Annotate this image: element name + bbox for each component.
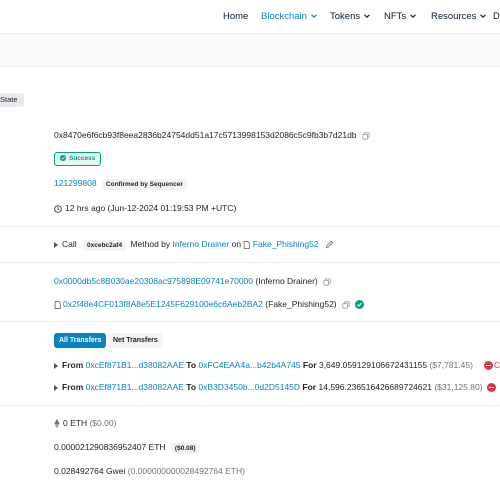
to-keyword: To xyxy=(186,382,197,392)
timestamp-row: 12 hrs ago (Jun-12-2024 01:19:53 PM +UTC… xyxy=(54,203,236,213)
contract-icon xyxy=(243,240,251,249)
fee-row: 0.000021290836952407 ETH ($0.08) xyxy=(54,442,200,454)
from-keyword: From xyxy=(62,382,84,392)
nav-developers[interactable]: D xyxy=(493,11,500,22)
from-label: (Inferno Drainer) xyxy=(255,276,318,286)
nav-tokens[interactable]: Tokens xyxy=(330,11,371,22)
transfer-row: From 0xcEf871B1...d38082AAE To 0xFC4EAA4… xyxy=(54,360,473,370)
copy-icon[interactable] xyxy=(361,132,370,140)
nav-blockchain[interactable]: Blockchain xyxy=(261,11,318,22)
chevron-down-icon xyxy=(310,12,318,20)
nav-home[interactable]: Home xyxy=(223,11,248,22)
from-keyword: From xyxy=(62,360,84,370)
copy-icon[interactable] xyxy=(342,301,350,309)
transfer-to-link[interactable]: 0xB3D3450b...0d2D5145D xyxy=(198,382,300,392)
confirmed-badge: Confirmed by Sequencer xyxy=(101,179,187,190)
value-row: 0 ETH ($0.00) xyxy=(54,418,117,429)
value-usd: ($0.00) xyxy=(89,418,117,428)
tab-all-transfers[interactable]: All Transfers xyxy=(54,333,107,348)
caret-right-icon[interactable] xyxy=(54,362,58,369)
status-text: Success xyxy=(69,155,96,162)
eth-icon xyxy=(54,419,60,429)
nav-tokens-label: Tokens xyxy=(330,11,361,22)
call-label: Call xyxy=(62,239,77,249)
method-id-badge: 0xcebc2af4 xyxy=(83,240,127,251)
block-number-link[interactable]: 121299808 xyxy=(54,178,97,188)
tx-hash: 0x8470e6f6cb93f8eea2836b24754dd51a17c571… xyxy=(54,130,357,140)
method-by-label: Method by xyxy=(130,239,171,249)
transfer-from-link[interactable]: 0xcEf871B1...d38082AAE xyxy=(86,360,184,370)
token-warning-icon xyxy=(487,383,496,392)
divider xyxy=(0,226,500,227)
to-keyword: To xyxy=(186,360,197,370)
verified-check-icon xyxy=(355,300,365,310)
nav-nfts[interactable]: NFTs xyxy=(384,11,417,22)
to-row: 0x2f48e4CF013f8A8e5E1245F629100e6c6Aeb2B… xyxy=(54,299,365,310)
transaction-action-row: Call 0xcebc2af4 Method by Inferno Draine… xyxy=(54,239,334,251)
contract-icon xyxy=(54,300,61,309)
tx-hash-row: 0x8470e6f6cb93f8eea2836b24754dd51a17c571… xyxy=(54,130,370,140)
page-header-band xyxy=(0,34,500,67)
transfer-usd: ($31,125.80) xyxy=(434,382,483,392)
transfer-amount: 14,596.236516426689724621 xyxy=(318,382,432,392)
chevron-down-icon xyxy=(409,12,417,20)
for-keyword: For xyxy=(302,360,317,370)
transfer-to-link[interactable]: 0xFC4EAA4a...b42b4A745 xyxy=(198,360,300,370)
transfer-usd: ($7,781.45) xyxy=(429,360,473,370)
from-address-link[interactable]: 0x0000db5c8B030ae20308ac975898E09741e700… xyxy=(54,276,253,286)
copy-icon[interactable] xyxy=(323,278,331,286)
transfer-amount: 3,649.059129106672431155 xyxy=(318,360,428,370)
gas-price-gwei: 0.028492764 Gwei xyxy=(54,466,126,476)
gas-price-eth: (0.000000000028492764 ETH) xyxy=(127,466,245,476)
status-badge: Success xyxy=(54,152,102,166)
divider xyxy=(0,405,500,406)
gas-price-row: 0.028492764 Gwei (0.000000000028492764 E… xyxy=(54,466,245,476)
tab-state[interactable]: State xyxy=(0,93,24,107)
token-warning-icon xyxy=(484,361,493,370)
chevron-down-icon xyxy=(363,12,371,20)
phishing-contract-link[interactable]: Fake_Phishing52 xyxy=(253,239,319,249)
value-eth: 0 ETH xyxy=(63,418,88,428)
on-label: on xyxy=(231,239,242,249)
to-address-link[interactable]: 0x2f48e4CF013f8A8e5E1245F629100e6c6Aeb2B… xyxy=(63,299,263,309)
for-keyword: For xyxy=(302,382,317,392)
check-circle-icon xyxy=(60,155,66,162)
transfer-row: From 0xcEf871B1...d38082AAE To 0xB3D3450… xyxy=(54,382,483,392)
fee-usd-badge: ($0.08) xyxy=(170,443,200,454)
to-label: (Fake_Phishing52) xyxy=(265,299,337,309)
chevron-down-icon xyxy=(479,12,487,20)
clock-icon xyxy=(54,204,62,213)
tab-net-transfers[interactable]: Net Transfers xyxy=(108,333,163,348)
inferno-drainer-link[interactable]: Inferno Drainer xyxy=(173,239,230,249)
divider xyxy=(0,321,500,322)
timestamp-text: 12 hrs ago (Jun-12-2024 01:19:53 PM +UTC… xyxy=(65,203,237,213)
edit-icon[interactable] xyxy=(325,240,334,249)
nav-resources[interactable]: Resources xyxy=(431,11,487,22)
top-navbar: Home Blockchain Tokens NFTs Resources D xyxy=(0,0,500,34)
caret-right-icon[interactable] xyxy=(54,241,58,248)
fee-eth: 0.000021290836952407 ETH xyxy=(54,442,166,452)
from-row: 0x0000db5c8B030ae20308ac975898E09741e700… xyxy=(54,276,331,286)
nav-blockchain-label: Blockchain xyxy=(261,11,307,22)
transfer-from-link[interactable]: 0xcEf871B1...d38082AAE xyxy=(86,382,184,392)
block-row: 121299808 Confirmed by Sequencer xyxy=(54,178,187,190)
nav-resources-label: Resources xyxy=(431,11,477,22)
nav-nfts-label: NFTs xyxy=(384,11,407,22)
divider xyxy=(0,262,500,263)
caret-right-icon[interactable] xyxy=(54,384,58,391)
token-name-truncated[interactable]: C xyxy=(494,360,500,370)
